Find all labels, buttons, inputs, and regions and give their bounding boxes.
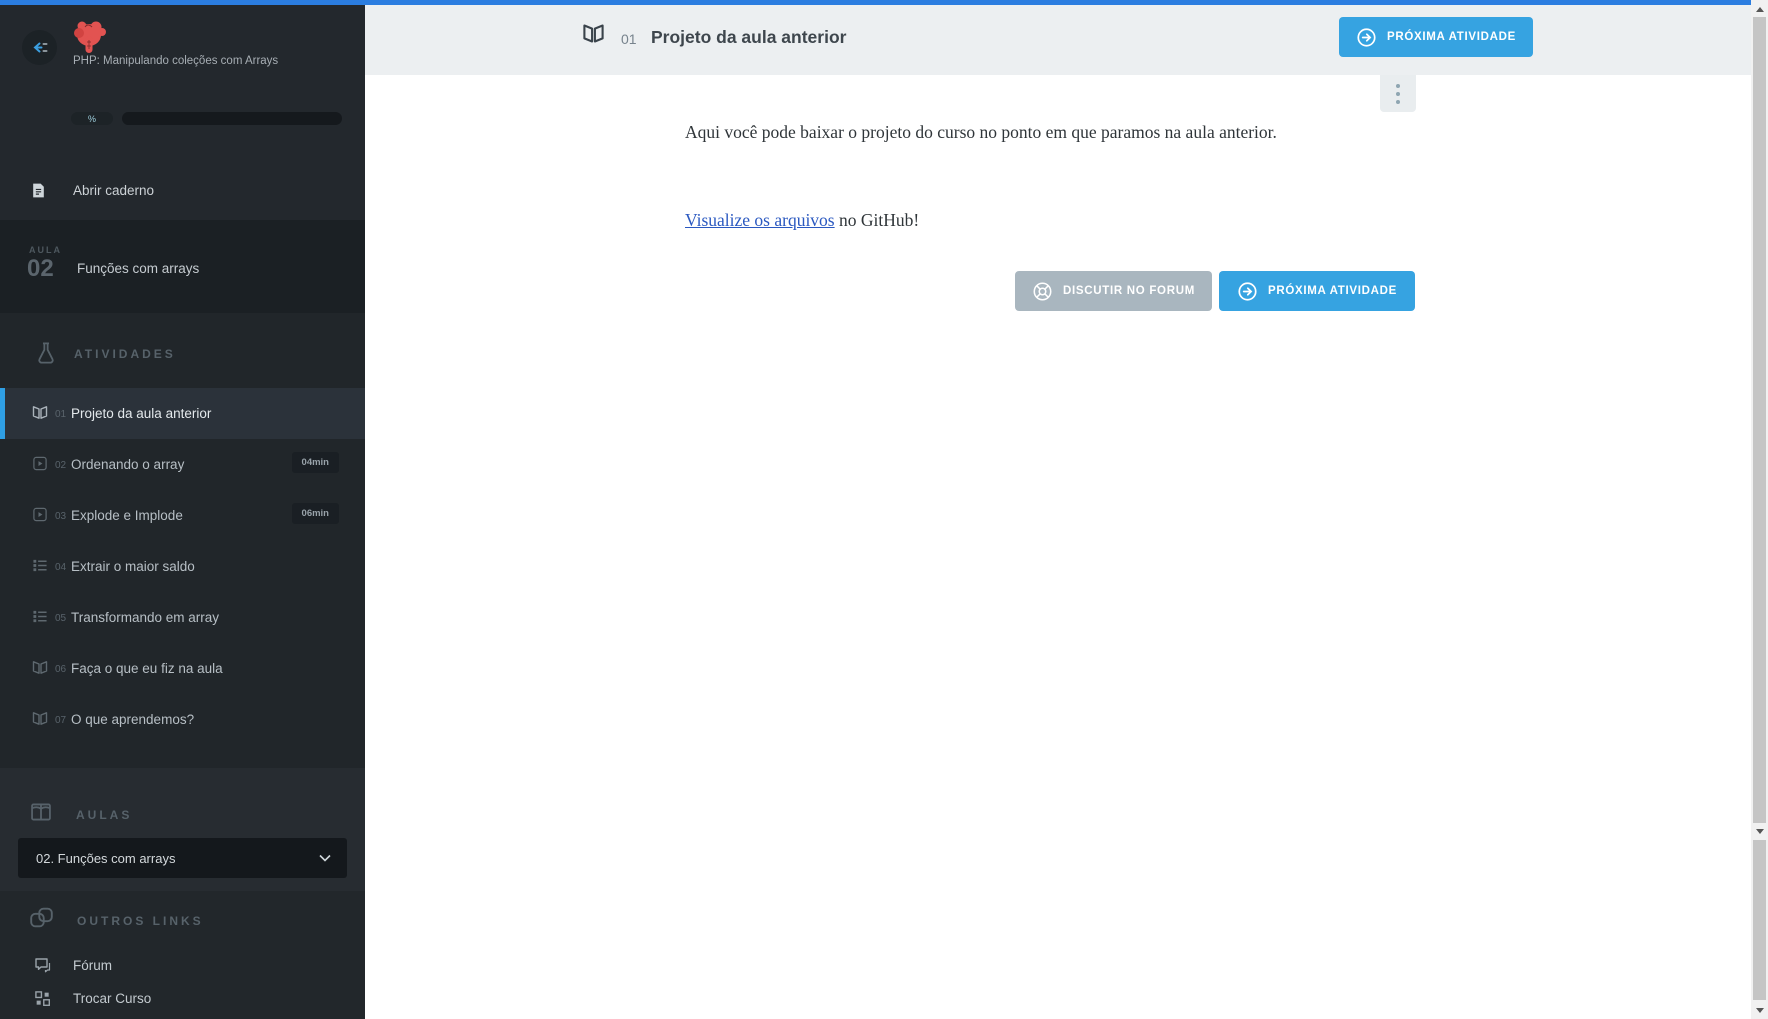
main-content-area: 01 Projeto da aula anterior PRÓXIMA ATIV… — [365, 5, 1751, 1019]
activity-content: Aqui você pode baixar o projeto do curso… — [685, 75, 1415, 475]
next-activity-button-bottom[interactable]: PRÓXIMA ATIVIDADE — [1219, 271, 1415, 311]
lesson-title: Funções com arrays — [77, 261, 199, 276]
activities-header: ATIVIDADES — [0, 339, 365, 369]
activity-label: Explode e Implode — [71, 508, 183, 523]
discuss-forum-label: DISCUTIR NO FORUM — [1063, 285, 1195, 297]
sidebar-item-label: Fórum — [73, 958, 112, 973]
book-open-icon — [32, 660, 48, 675]
scrollbar-thumb-inner[interactable] — [1753, 840, 1766, 1000]
activity-number: 07 — [55, 715, 66, 726]
arrow-right-circle-icon — [1237, 281, 1258, 302]
activity-header-band: 01 Projeto da aula anterior PRÓXIMA ATIV… — [365, 5, 1751, 75]
activity-item-03[interactable]: 03 Explode e Implode 06min — [0, 490, 365, 541]
book-open-icon — [582, 23, 605, 49]
activity-header-number: 01 — [621, 31, 637, 47]
duration-badge: 06min — [292, 503, 339, 524]
page-title: Projeto da aula anterior — [651, 27, 846, 48]
activity-label: Faça o que eu fiz na aula — [71, 661, 223, 676]
collapse-sidebar-button[interactable] — [22, 30, 57, 65]
activity-label: O que aprendemos? — [71, 712, 194, 727]
lesson-select-dropdown[interactable]: 02. Funções com arrays — [18, 838, 347, 878]
lesson-word-label: AULA — [29, 245, 62, 255]
other-links-section: OUTROS LINKS Fórum — [0, 891, 365, 1019]
scroll-up-arrow[interactable] — [1751, 2, 1768, 16]
activity-paragraph: Aqui você pode baixar o projeto do curso… — [685, 117, 1415, 148]
activity-item-05[interactable]: 05 Transformando em array — [0, 592, 365, 643]
forum-buoy-icon — [1032, 281, 1053, 302]
sidebar-item-trocar-curso[interactable]: Trocar Curso — [0, 988, 365, 1019]
next-activity-button-top[interactable]: PRÓXIMA ATIVIDADE — [1339, 17, 1533, 57]
list-icon — [32, 558, 48, 573]
activity-label: Extrair o maior saldo — [71, 559, 195, 574]
book-open-icon — [32, 711, 48, 726]
lessons-section: AULAS 02. Funções com arrays — [0, 768, 365, 891]
list-icon — [32, 609, 48, 624]
lessons-header-label: AULAS — [76, 808, 132, 822]
vertical-scrollbar[interactable] — [1751, 0, 1768, 1019]
activity-number: 06 — [55, 664, 66, 675]
scroll-down-arrow[interactable] — [1751, 824, 1768, 838]
activity-actions: DISCUTIR NO FORUM PRÓXIMA ATIVIDADE — [1015, 271, 1415, 311]
chat-bubble-icon — [34, 957, 52, 974]
next-activity-label: PRÓXIMA ATIVIDADE — [1387, 31, 1516, 43]
lesson-number: 02 — [27, 255, 54, 283]
activity-number: 03 — [55, 511, 66, 522]
flask-icon — [35, 341, 57, 365]
activity-item-02[interactable]: 02 Ordenando o array 04min — [0, 439, 365, 490]
chevron-down-icon — [319, 854, 331, 862]
course-title: PHP: Manipulando coleções com Arrays — [73, 54, 293, 70]
link-chain-icon — [29, 905, 54, 930]
activity-number: 02 — [55, 460, 66, 471]
document-icon — [30, 182, 47, 199]
activity-item-04[interactable]: 04 Extrair o maior saldo — [0, 541, 365, 592]
scrollbar-thumb-outer[interactable] — [1753, 17, 1766, 823]
course-progress-bar — [122, 112, 342, 125]
github-link[interactable]: Visualize os arquivos — [685, 210, 835, 230]
activity-label: Projeto da aula anterior — [71, 406, 211, 421]
video-icon — [32, 456, 48, 471]
app-root: PHP: Manipulando coleções com Arrays % A… — [0, 0, 1768, 1019]
duration-badge: 04min — [292, 452, 339, 473]
scroll-down-arrow-inner[interactable] — [1751, 1003, 1768, 1017]
progress-percent-badge: % — [71, 112, 113, 125]
activity-number: 05 — [55, 613, 66, 624]
activity-label: Transformando em array — [71, 610, 219, 625]
book-icon — [30, 801, 52, 823]
video-icon — [32, 507, 48, 522]
activity-label: Ordenando o array — [71, 457, 184, 472]
github-link-line: Visualize os arquivos no GitHub! — [685, 205, 1415, 236]
arrow-right-circle-icon — [1356, 27, 1377, 48]
other-links-header-label: OUTROS LINKS — [77, 914, 204, 928]
sidebar-item-label: Trocar Curso — [73, 991, 151, 1006]
next-activity-label: PRÓXIMA ATIVIDADE — [1268, 285, 1397, 297]
book-open-icon — [32, 405, 48, 420]
activity-item-06[interactable]: 06 Faça o que eu fiz na aula — [0, 643, 365, 694]
open-notebook-label: Abrir caderno — [73, 183, 154, 198]
lesson-select-value: 02. Funções com arrays — [36, 851, 175, 866]
activities-header-label: ATIVIDADES — [74, 347, 176, 361]
course-sidebar: PHP: Manipulando coleções com Arrays % A… — [0, 5, 365, 1019]
open-notebook-button[interactable]: Abrir caderno — [0, 160, 365, 220]
sidebar-item-forum[interactable]: Fórum — [0, 955, 365, 987]
arrow-left-collapse-icon — [29, 37, 50, 58]
grid-apps-icon — [34, 990, 51, 1007]
activity-item-07[interactable]: 07 O que aprendemos? — [0, 694, 365, 745]
activities-section: ATIVIDADES 01 Projeto da aula anterior — [0, 313, 365, 768]
activity-number: 04 — [55, 562, 66, 573]
discuss-forum-button[interactable]: DISCUTIR NO FORUM — [1015, 271, 1212, 311]
github-link-suffix: no GitHub! — [835, 210, 920, 230]
activity-number: 01 — [55, 409, 66, 420]
activity-item-01[interactable]: 01 Projeto da aula anterior — [0, 388, 365, 439]
current-lesson-block: AULA 02 Funções com arrays — [0, 220, 365, 313]
